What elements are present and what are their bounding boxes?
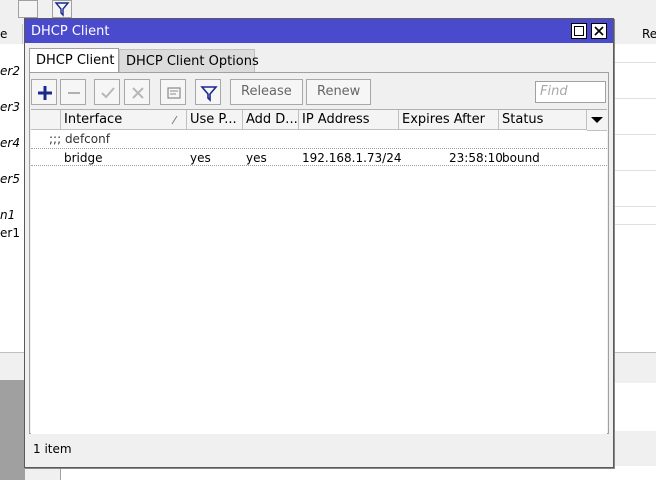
enable-button[interactable] <box>94 79 120 105</box>
window-titlebar[interactable]: DHCP Client <box>25 19 613 43</box>
background-panel-bottom <box>60 466 656 480</box>
sort-icon <box>171 115 178 125</box>
disable-button[interactable] <box>124 79 150 105</box>
add-button[interactable] <box>31 79 57 105</box>
background-table-left: er2 er3 er4 er5 n1 er1 <box>0 44 25 352</box>
background-column-header-right[interactable]: Re <box>642 27 656 41</box>
cell-add-default: yes <box>246 151 267 165</box>
background-filter-icon[interactable] <box>52 0 72 18</box>
cell-use-peer: yes <box>190 151 211 165</box>
item-count: 1 item <box>33 442 72 456</box>
check-icon <box>101 87 115 99</box>
dhcp-client-table: Interface Use P... Add D... IP Address E… <box>31 109 607 434</box>
column-header-interface[interactable]: Interface <box>61 110 187 130</box>
comment-icon <box>167 87 181 99</box>
table-row[interactable]: bridge yes yes 192.168.1.73/24 23:58:10 … <box>31 148 607 166</box>
background-table-right <box>612 44 656 352</box>
cell-expires-after: 23:58:10 <box>449 151 503 165</box>
column-header-use-peer[interactable]: Use P... <box>187 110 243 130</box>
background-panel-right <box>612 383 656 431</box>
x-icon <box>132 87 144 99</box>
background-row-label[interactable]: er5 <box>0 172 20 186</box>
filter-icon <box>200 86 218 102</box>
column-header-expires-after[interactable]: Expires After <box>399 110 499 130</box>
find-input[interactable]: Find <box>535 81 606 103</box>
remove-button[interactable] <box>60 79 86 105</box>
cell-interface: bridge <box>64 151 103 165</box>
maximize-button[interactable] <box>571 23 587 39</box>
comment-button[interactable] <box>160 79 186 105</box>
background-column-header-left[interactable]: e <box>0 27 7 41</box>
close-button[interactable] <box>591 23 607 39</box>
filter-button[interactable] <box>195 79 221 105</box>
column-header-ip-address[interactable]: IP Address <box>299 110 399 130</box>
background-row-label[interactable]: er4 <box>0 136 20 150</box>
background-desktop <box>0 380 25 480</box>
tab-dhcp-client-options[interactable]: DHCP Client Options <box>119 49 259 72</box>
column-header-spacer <box>31 110 61 130</box>
background-row-label[interactable]: er3 <box>0 100 20 114</box>
column-menu-button[interactable] <box>587 110 607 131</box>
background-status-area <box>0 352 25 381</box>
tab-panel: Release Renew Find Interface Use P... Ad… <box>29 72 609 434</box>
background-comment-icon[interactable] <box>18 0 38 18</box>
comment-text: ;;; defconf <box>49 132 110 146</box>
background-row-label[interactable]: er1 <box>0 226 20 240</box>
window-title: DHCP Client <box>31 24 110 39</box>
tab-dhcp-client[interactable]: DHCP Client <box>29 48 119 72</box>
comment-row[interactable]: ;;; defconf <box>31 130 607 148</box>
status-bar: 1 item <box>29 438 609 460</box>
plus-icon <box>38 86 52 100</box>
background-status-area-right <box>612 352 656 381</box>
column-header-label: Interface <box>64 112 123 127</box>
column-header-status[interactable]: Status <box>499 110 587 130</box>
triangle-down-icon <box>591 117 603 123</box>
background-row-label[interactable]: er2 <box>0 64 20 78</box>
cell-status: bound <box>502 151 540 165</box>
renew-button[interactable]: Renew <box>306 79 372 105</box>
release-button[interactable]: Release <box>230 79 303 105</box>
cell-ip-address: 192.168.1.73/24 <box>302 151 402 165</box>
minus-icon <box>68 92 80 94</box>
dhcp-client-window: DHCP Client DHCP Client DHCP Client Opti… <box>24 18 614 468</box>
close-icon <box>594 26 604 36</box>
column-header-add-default[interactable]: Add D... <box>243 110 299 130</box>
background-row-label[interactable]: n1 <box>0 208 15 222</box>
